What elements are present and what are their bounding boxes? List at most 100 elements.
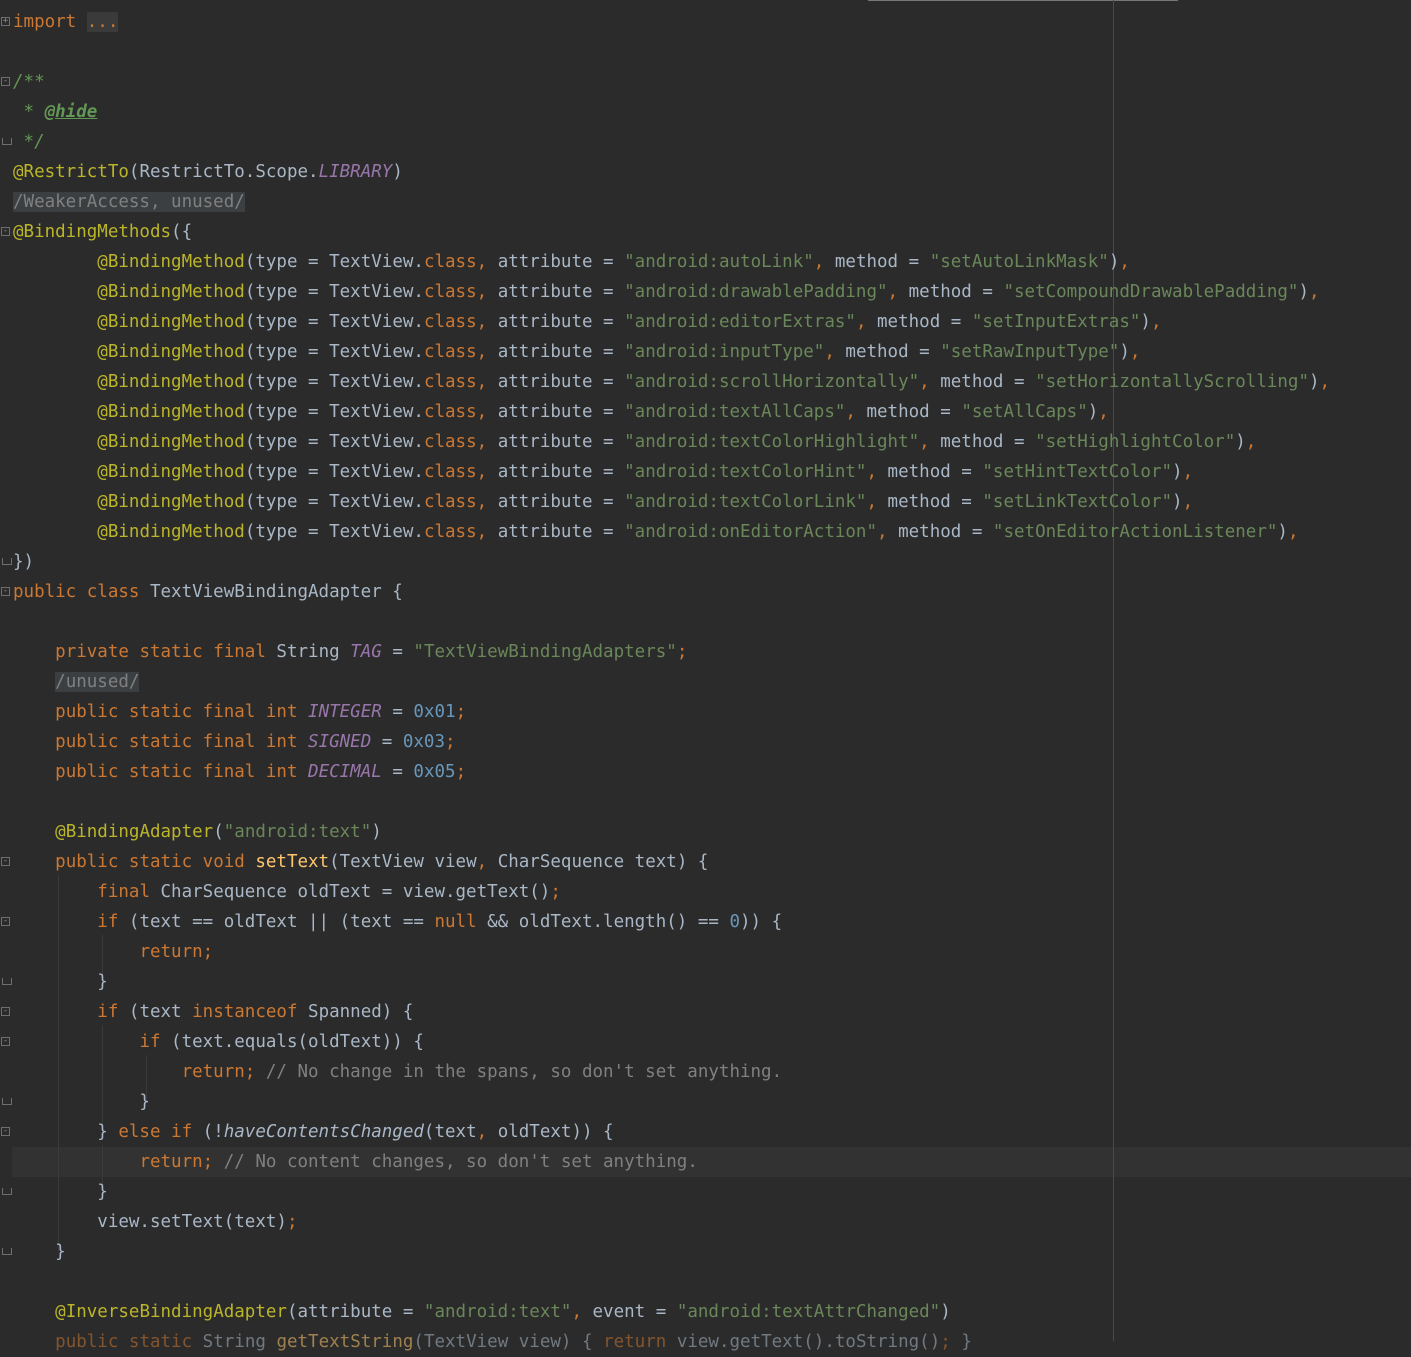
code-line[interactable]: @BindingMethod(type = TextView.class, at… [13,517,1298,547]
code-token: view.setText(text) [13,1212,287,1232]
code-line[interactable]: if (text == oldText || (text == null && … [13,907,782,937]
code-token: ) [371,822,382,842]
code-token: (text [128,1002,193,1022]
code-line[interactable]: return; [13,937,213,967]
code-line[interactable]: public static final int DECIMAL = 0x05; [13,757,466,787]
code-line[interactable]: /unused/ [13,667,140,697]
code-line[interactable]: } [13,1237,66,1267]
code-token: (type = TextView. [244,522,424,542]
code-line[interactable]: private static final String TAG = "TextV… [13,637,687,667]
code-token: "android:editorExtras" [624,312,856,332]
code-line[interactable]: @BindingMethod(type = TextView.class, at… [13,337,1140,367]
code-token: "setInputExtras" [971,312,1141,332]
code-line[interactable]: @RestrictTo(RestrictTo.Scope.LIBRARY) [13,157,403,187]
code-token: , [1098,402,1109,422]
code-token: method = [866,402,962,422]
code-token: if [97,1002,129,1022]
fold-end-icon[interactable] [2,558,12,565]
code-line[interactable]: @BindingMethod(type = TextView.class, at… [13,397,1109,427]
fold-end-icon[interactable] [2,1188,12,1195]
fold-end-icon[interactable] [2,1098,12,1105]
code-line[interactable]: if (text.equals(oldText)) { [13,1027,423,1057]
code-token: "android:text" [223,822,372,842]
code-token: ; [455,762,467,782]
code-token: return [603,1332,677,1352]
code-line[interactable]: public static final int INTEGER = 0x01; [13,697,466,727]
code-token: , [813,252,835,272]
code-line[interactable]: }) [13,547,34,577]
fold-collapse-icon[interactable]: - [1,587,10,596]
code-line[interactable]: @BindingAdapter("android:text") [13,817,382,847]
code-line[interactable]: } [13,967,108,997]
fold-collapse-icon[interactable]: - [1,857,10,866]
code-line[interactable]: @BindingMethod(type = TextView.class, at… [13,247,1130,277]
code-token: /unused/ [55,672,140,692]
code-line[interactable]: final CharSequence oldText = view.getTex… [13,877,561,907]
code-line[interactable]: view.setText(text); [13,1207,297,1237]
code-line[interactable]: public static final int SIGNED = 0x03; [13,727,455,757]
code-line[interactable]: public static void setText(TextView view… [13,847,708,877]
code-token: ) [1087,402,1099,422]
code-line[interactable]: @BindingMethods({ [13,217,192,247]
code-token: "android:onEditorAction" [624,522,878,542]
fold-end-icon[interactable] [2,1248,12,1255]
code-token: "android:textColorLink" [624,492,867,512]
code-token: ) [1140,312,1151,332]
code-line[interactable]: @BindingMethod(type = TextView.class, at… [13,367,1330,397]
fold-expand-icon[interactable]: + [1,17,10,26]
code-token: )) { [740,912,783,932]
code-token: , [476,282,498,302]
code-line[interactable]: */ [13,127,45,157]
code-line[interactable]: public class TextViewBindingAdapter { [13,577,403,607]
code-token: SIGNED [308,732,372,752]
code-line[interactable]: @BindingMethod(type = TextView.class, at… [13,277,1319,307]
code-token: getTextString [276,1332,414,1352]
code-token: import [13,12,77,32]
fold-collapse-icon[interactable]: - [1,77,10,86]
code-token: (type = TextView. [244,462,424,482]
code-line[interactable]: } [13,1177,108,1207]
fold-collapse-icon[interactable]: - [1,1037,10,1046]
code-line[interactable]: @BindingMethod(type = TextView.class, at… [13,427,1256,457]
code-editor[interactable]: + - - - - - - - - import .../** * @hide … [0,0,1411,1352]
code-token: Spanned) { [308,1002,414,1022]
code-line[interactable]: } else if (!haveContentsChanged(text, ol… [13,1117,613,1147]
code-token: } [13,1242,66,1262]
code-line[interactable]: } [13,1087,150,1117]
fold-collapse-icon[interactable]: - [1,1007,10,1016]
fold-collapse-icon[interactable]: - [1,1127,10,1136]
code-token: // No content changes, so don't set anyt… [223,1152,698,1172]
code-token: class [423,282,477,302]
code-line[interactable]: return; // No change in the spans, so do… [13,1057,783,1087]
code-line[interactable]: @BindingMethod(type = TextView.class, at… [13,307,1161,337]
code-token: method = [898,522,993,542]
code-token: "setOnEditorActionListener" [992,522,1278,542]
code-token: else if [118,1122,203,1142]
code-line[interactable]: /** [13,67,45,97]
code-token: ) [1298,282,1310,302]
fold-end-icon[interactable] [2,138,12,145]
code-token: class [423,252,477,272]
right-margin-guide [1113,0,1114,1341]
code-line[interactable]: @BindingMethod(type = TextView.class, at… [13,487,1193,517]
code-token: , [476,252,498,272]
code-line[interactable]: return; // No content changes, so don't … [13,1147,698,1177]
code-token: ; [940,1332,962,1352]
fold-collapse-icon[interactable]: - [1,917,10,926]
code-token: , [476,462,498,482]
code-line[interactable]: @BindingMethod(type = TextView.class, at… [13,457,1193,487]
code-token: class [423,312,477,332]
code-line[interactable]: public static String getTextString(TextV… [13,1327,972,1357]
code-line[interactable]: if (text instanceof Spanned) { [13,997,413,1027]
code-line[interactable]: @InverseBindingAdapter(attribute = "andr… [13,1297,951,1327]
code-token: method = [887,462,983,482]
code-line[interactable]: import ... [13,7,119,37]
fold-end-icon[interactable] [2,978,12,985]
fold-collapse-icon[interactable]: - [1,227,10,236]
code-token: */ [13,132,45,152]
code-line[interactable]: /WeakerAccess, unused/ [13,187,245,217]
code-line[interactable]: * @hide [13,97,98,127]
